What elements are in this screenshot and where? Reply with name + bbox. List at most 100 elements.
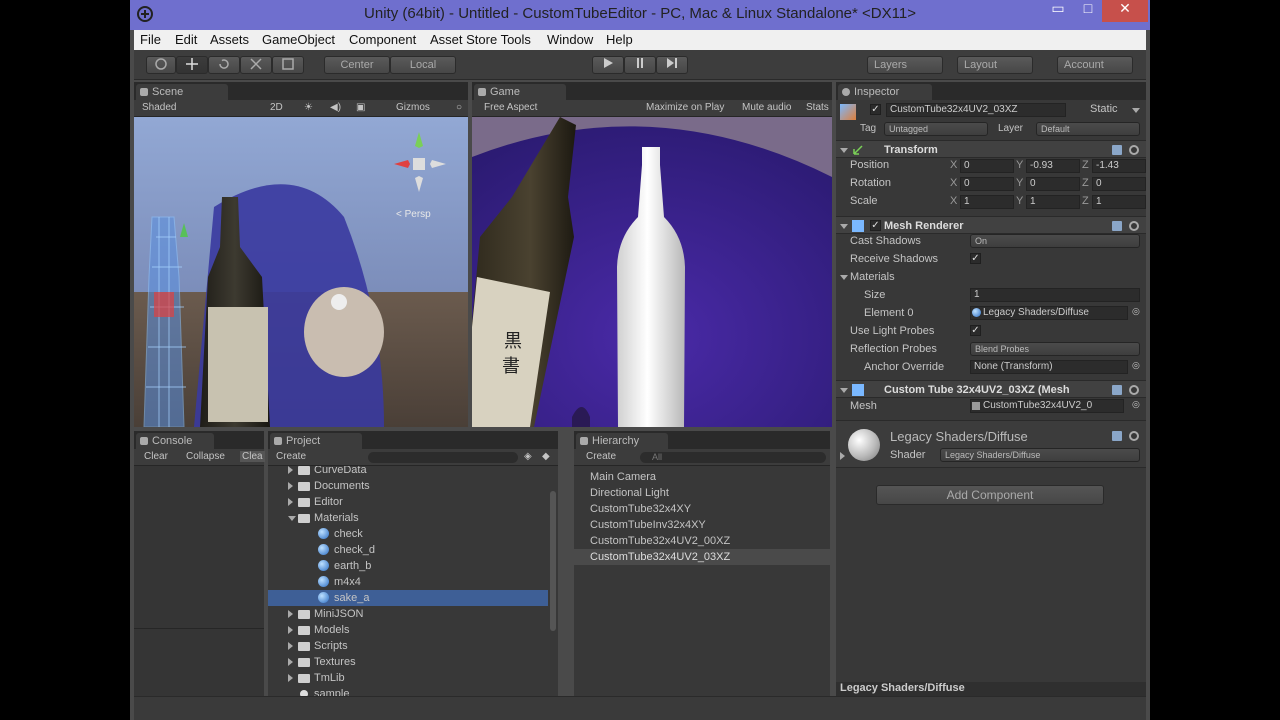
- transform-header[interactable]: Transform: [836, 140, 1146, 158]
- element0-field[interactable]: Legacy Shaders/Diffuse: [970, 306, 1128, 320]
- foldout-arrow-icon[interactable]: [288, 658, 293, 666]
- shader-dropdown[interactable]: Legacy Shaders/Diffuse: [940, 448, 1140, 462]
- gear-icon[interactable]: [1129, 385, 1139, 395]
- mute-audio-toggle[interactable]: Mute audio: [742, 102, 791, 113]
- receive-shadows-checkbox[interactable]: ✓: [970, 253, 981, 264]
- project-item[interactable]: sample: [268, 686, 548, 696]
- layers-dropdown[interactable]: Layers: [867, 56, 943, 74]
- label-icon[interactable]: ◆: [542, 451, 550, 462]
- menu-component[interactable]: Component: [349, 32, 416, 47]
- scene-search-icon[interactable]: ○: [456, 102, 462, 113]
- materials-size-field[interactable]: 1: [970, 288, 1140, 302]
- project-item[interactable]: Editor: [268, 494, 548, 510]
- tab-hierarchy[interactable]: Hierarchy: [576, 433, 668, 449]
- scale-tool-button[interactable]: [240, 56, 272, 74]
- pivot-center-toggle[interactable]: Center: [324, 56, 390, 74]
- mesh-field[interactable]: CustomTube32x4UV2_0: [970, 399, 1124, 413]
- static-dropdown-icon[interactable]: [1132, 108, 1140, 113]
- step-button[interactable]: [656, 56, 688, 74]
- menu-gameobject[interactable]: GameObject: [262, 32, 335, 47]
- stats-toggle[interactable]: Stats: [806, 102, 829, 113]
- hierarchy-item[interactable]: CustomTube32x4UV2_00XZ: [574, 533, 830, 549]
- material-foldout-icon[interactable]: [840, 452, 845, 460]
- transform-value-field[interactable]: 0: [960, 159, 1014, 173]
- object-picker-icon[interactable]: ◎: [1132, 399, 1140, 410]
- help-icon[interactable]: [1112, 145, 1122, 155]
- menu-file[interactable]: File: [140, 32, 161, 47]
- use-light-probes-checkbox[interactable]: ✓: [970, 325, 981, 336]
- hierarchy-search-input[interactable]: All: [640, 452, 826, 463]
- foldout-arrow-icon[interactable]: [288, 642, 293, 650]
- project-search-input[interactable]: [368, 452, 518, 463]
- transform-value-field[interactable]: -1.43: [1092, 159, 1146, 173]
- project-item[interactable]: Materials: [268, 510, 548, 526]
- transform-value-field[interactable]: 0: [960, 177, 1014, 191]
- object-picker-icon[interactable]: ◎: [1132, 360, 1140, 371]
- mesh-renderer-enabled-checkbox[interactable]: ✓: [870, 220, 881, 231]
- project-item[interactable]: CurveData: [268, 466, 548, 478]
- project-item[interactable]: Models: [268, 622, 548, 638]
- maximize-on-play-toggle[interactable]: Maximize on Play: [646, 102, 724, 113]
- menu-asset-store-tools[interactable]: Asset Store Tools: [430, 32, 531, 47]
- foldout-arrow-icon[interactable]: [288, 674, 293, 682]
- object-name-field[interactable]: CustomTube32x4UV2_03XZ: [886, 103, 1066, 117]
- tag-dropdown[interactable]: Untagged: [884, 122, 988, 136]
- menu-help[interactable]: Help: [606, 32, 633, 47]
- close-button[interactable]: ✕: [1102, 0, 1148, 22]
- aspect-dropdown[interactable]: Free Aspect: [484, 102, 537, 113]
- lighting-icon[interactable]: ☀: [304, 102, 313, 113]
- layer-dropdown[interactable]: Default: [1036, 122, 1140, 136]
- foldout-arrow-icon[interactable]: [288, 626, 293, 634]
- rotate-tool-button[interactable]: [208, 56, 240, 74]
- layout-dropdown[interactable]: Layout: [957, 56, 1033, 74]
- project-item[interactable]: earth_b: [268, 558, 548, 574]
- project-item[interactable]: check: [268, 526, 548, 542]
- menu-edit[interactable]: Edit: [175, 32, 197, 47]
- tab-console[interactable]: Console: [136, 433, 214, 449]
- hierarchy-item[interactable]: CustomTubeInv32x4XY: [574, 517, 830, 533]
- tab-scene[interactable]: Scene: [136, 84, 228, 100]
- project-item[interactable]: TmLib: [268, 670, 548, 686]
- project-item[interactable]: sake_a: [268, 590, 548, 606]
- project-item[interactable]: check_d: [268, 542, 548, 558]
- transform-value-field[interactable]: -0.93: [1026, 159, 1080, 173]
- maximize-button[interactable]: □: [1074, 0, 1102, 22]
- hierarchy-create-dropdown[interactable]: Create: [586, 451, 616, 462]
- audio-icon[interactable]: ◀): [330, 102, 341, 113]
- tab-game[interactable]: Game: [474, 84, 566, 100]
- transform-foldout-icon[interactable]: [840, 148, 848, 153]
- menu-assets[interactable]: Assets: [210, 32, 249, 47]
- foldout-arrow-icon[interactable]: [288, 516, 296, 521]
- menu-window[interactable]: Window: [547, 32, 593, 47]
- materials-foldout-icon[interactable]: [840, 275, 848, 280]
- project-item[interactable]: m4x4: [268, 574, 548, 590]
- project-item[interactable]: Documents: [268, 478, 548, 494]
- effects-icon[interactable]: ▣: [356, 102, 365, 113]
- filter-icon[interactable]: ◈: [524, 451, 532, 462]
- mesh-renderer-foldout-icon[interactable]: [840, 224, 848, 229]
- gear-icon[interactable]: [1129, 431, 1139, 441]
- console-clear-on-play-button[interactable]: Clea: [240, 451, 265, 462]
- mesh-renderer-header[interactable]: ✓ Mesh Renderer: [836, 216, 1146, 234]
- foldout-arrow-icon[interactable]: [288, 482, 293, 490]
- cast-shadows-dropdown[interactable]: On: [970, 234, 1140, 248]
- hierarchy-item[interactable]: Directional Light: [574, 485, 830, 501]
- transform-value-field[interactable]: 1: [1092, 195, 1146, 209]
- toggle-2d-button[interactable]: 2D: [270, 102, 283, 113]
- project-item[interactable]: Scripts: [268, 638, 548, 654]
- help-icon[interactable]: [1112, 385, 1122, 395]
- active-checkbox[interactable]: ✓: [870, 104, 881, 115]
- move-tool-button[interactable]: [176, 56, 208, 74]
- project-create-dropdown[interactable]: Create: [276, 451, 306, 462]
- add-component-button[interactable]: Add Component: [876, 485, 1104, 505]
- static-toggle[interactable]: Static: [1090, 103, 1118, 115]
- play-button[interactable]: [592, 56, 624, 74]
- custom-tube-header[interactable]: Custom Tube 32x4UV2_03XZ (Mesh: [836, 380, 1146, 398]
- console-collapse-button[interactable]: Collapse: [186, 451, 225, 462]
- reflection-probes-dropdown[interactable]: Blend Probes: [970, 342, 1140, 356]
- object-picker-icon[interactable]: ◎: [1132, 306, 1140, 317]
- tab-inspector[interactable]: Inspector: [838, 84, 932, 100]
- persp-label[interactable]: < Persp: [396, 209, 431, 220]
- project-item[interactable]: Textures: [268, 654, 548, 670]
- tab-project[interactable]: Project: [270, 433, 362, 449]
